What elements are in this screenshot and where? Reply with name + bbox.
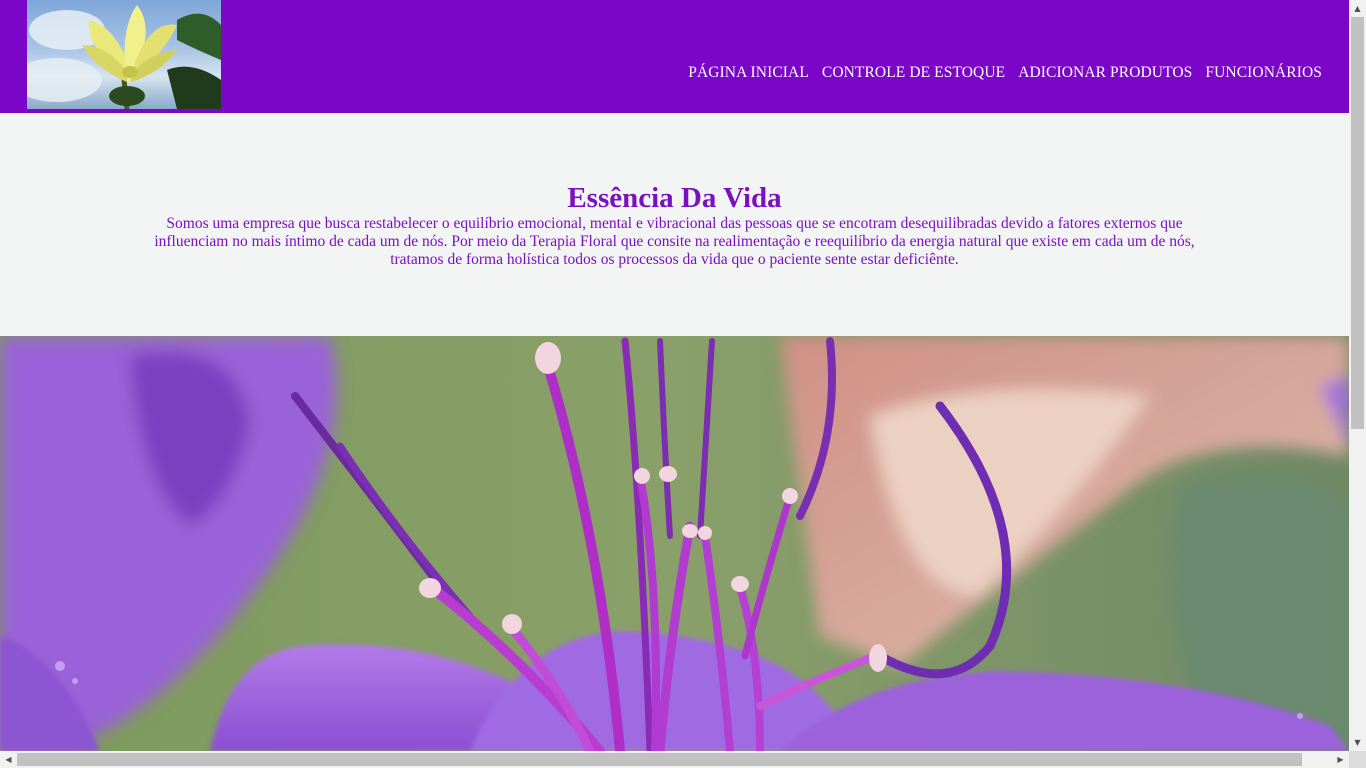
hero-image	[0, 336, 1349, 751]
scroll-down-icon[interactable]: ▼	[1349, 734, 1366, 751]
purple-flower-picture	[0, 336, 1349, 751]
nav-employees-link[interactable]: FUNCIONÁRIOS	[1205, 64, 1322, 82]
company-description: Somos uma empresa que busca restabelecer…	[154, 215, 1195, 268]
logo-image[interactable]	[27, 0, 221, 109]
yellow-flower-picture	[27, 5, 221, 109]
intro-section: Essência Da Vida Somos uma empresa que b…	[0, 113, 1349, 336]
page-viewport: PÁGINA INICIAL CONTROLE DE ESTOQUE ADICI…	[0, 0, 1349, 751]
site-header: PÁGINA INICIAL CONTROLE DE ESTOQUE ADICI…	[0, 0, 1349, 113]
nav-stock-control-link[interactable]: CONTROLE DE ESTOQUE	[822, 64, 1005, 82]
horizontal-scroll-thumb[interactable]	[17, 753, 1302, 766]
main-nav: PÁGINA INICIAL CONTROLE DE ESTOQUE ADICI…	[688, 64, 1322, 82]
scroll-left-icon[interactable]: ◀	[0, 751, 17, 768]
scroll-right-icon[interactable]: ▶	[1332, 751, 1349, 768]
scroll-up-icon[interactable]: ▲	[1349, 0, 1366, 17]
vertical-scroll-thumb[interactable]	[1351, 17, 1364, 429]
nav-home-link[interactable]: PÁGINA INICIAL	[688, 64, 809, 82]
company-title: Essência Da Vida	[567, 182, 782, 214]
scrollbar-corner	[1349, 751, 1366, 768]
vertical-scrollbar[interactable]: ▲ ▼	[1349, 0, 1366, 751]
nav-add-products-link[interactable]: ADICIONAR PRODUTOS	[1018, 64, 1192, 82]
horizontal-scrollbar[interactable]: ◀ ▶	[0, 751, 1349, 768]
